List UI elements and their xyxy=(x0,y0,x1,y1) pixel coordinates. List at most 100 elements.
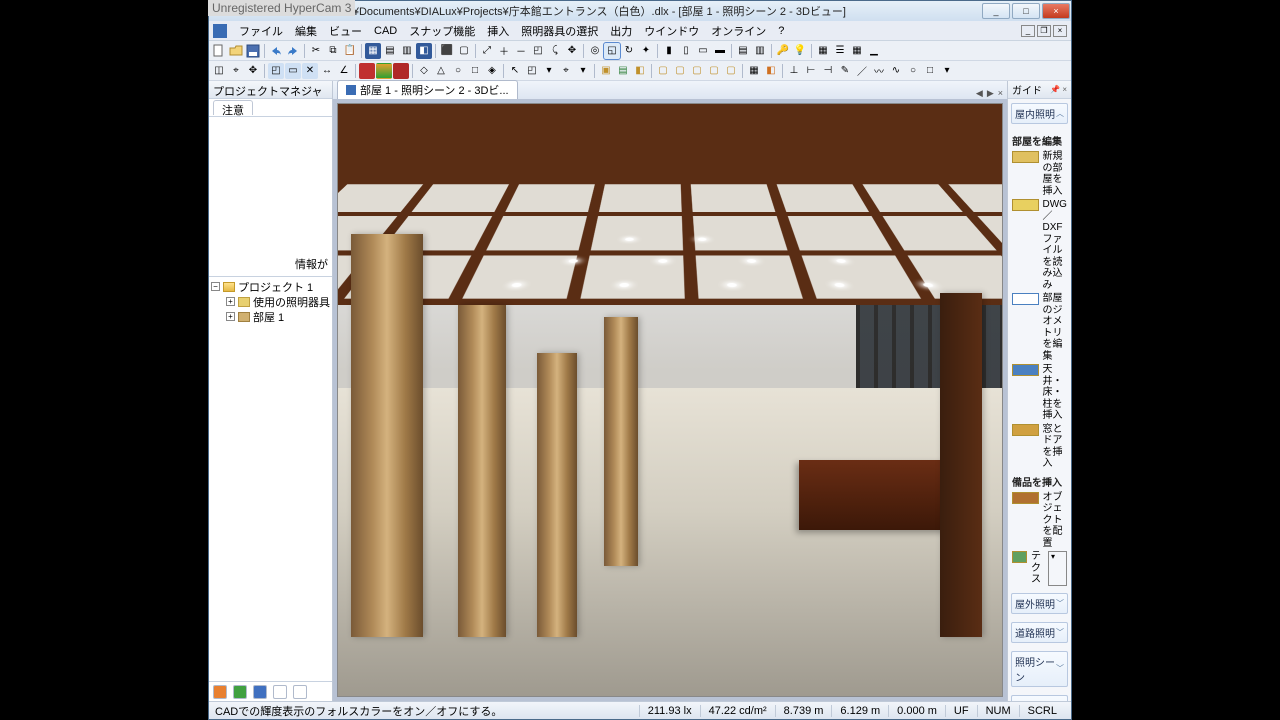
tool-dim1-icon[interactable]: ⊥ xyxy=(786,63,802,79)
tool-grid-icon[interactable]: ▦ xyxy=(815,43,831,59)
tool-folder2-icon[interactable]: ▢ xyxy=(672,63,688,79)
tool-snap5-icon[interactable]: ◈ xyxy=(484,63,500,79)
tree-child-luminaires[interactable]: + 使用の照明器具 xyxy=(211,294,330,309)
menu-luminaire[interactable]: 照明器具の選択 xyxy=(515,21,604,41)
tool-red-icon[interactable] xyxy=(359,63,375,79)
tool-copy-icon[interactable]: ⧉ xyxy=(325,43,341,59)
tree-child-room[interactable]: + 部屋 1 xyxy=(211,309,330,324)
tree-toggle-icon[interactable]: − xyxy=(211,282,220,291)
tool-arrow-icon[interactable]: ↖ xyxy=(507,63,523,79)
tool-box1-icon[interactable]: ▣ xyxy=(598,63,614,79)
tool-frontview-icon[interactable]: ▥ xyxy=(399,43,415,59)
tool-snap2-icon[interactable]: △ xyxy=(433,63,449,79)
tool-edit-icon[interactable]: ✎ xyxy=(837,63,853,79)
guide-section-indoor[interactable]: 屋内照明 ︿ xyxy=(1011,103,1068,124)
tool-dim2-icon[interactable]: ⊢ xyxy=(803,63,819,79)
tool-folder5-icon[interactable]: ▢ xyxy=(723,63,739,79)
tool-dd2-icon[interactable]: ▾ xyxy=(575,63,591,79)
3d-viewport[interactable] xyxy=(337,103,1003,697)
tool-zoom-all-icon[interactable]: ⤢ xyxy=(479,43,495,59)
close-button[interactable]: × xyxy=(1042,3,1070,19)
tool-light-icon[interactable]: ✦ xyxy=(638,43,654,59)
footer-btn-5[interactable] xyxy=(293,685,307,699)
guide-item-insert-window[interactable]: 窓とドアを挿入 xyxy=(1012,423,1067,471)
tool-select-icon[interactable]: ◱ xyxy=(604,43,620,59)
menu-output[interactable]: 出力 xyxy=(604,21,638,41)
project-tree[interactable]: − プロジェクト 1 + 使用の照明器具 + 部屋 1 xyxy=(209,277,332,681)
guide-item-edit-geometry[interactable]: 部屋のジオメトリを編集 xyxy=(1012,292,1067,363)
menu-snap[interactable]: スナップ機能 xyxy=(403,21,481,41)
tool-list-icon[interactable]: ☰ xyxy=(832,43,848,59)
tool-grad-icon[interactable] xyxy=(376,63,392,79)
tool-folder4-icon[interactable]: ▢ xyxy=(706,63,722,79)
footer-btn-1[interactable] xyxy=(213,685,227,699)
tab-next-button[interactable]: ▶ xyxy=(987,88,994,99)
tool-key-icon[interactable]: 🔑 xyxy=(775,43,791,59)
mdi-close[interactable]: × xyxy=(1053,25,1067,37)
tool-undo-icon[interactable] xyxy=(268,43,284,59)
tool-dim3-icon[interactable]: ⊣ xyxy=(820,63,836,79)
tool-zoom-in-icon[interactable]: ＋ xyxy=(496,43,512,59)
tab-prev-button[interactable]: ◀ xyxy=(976,88,983,99)
footer-btn-2[interactable] xyxy=(233,685,247,699)
tree-toggle-icon[interactable]: + xyxy=(226,297,235,306)
guide-section-outdoor[interactable]: 屋外照明﹀ xyxy=(1011,593,1068,614)
minimize-button[interactable]: _ xyxy=(982,3,1010,19)
mdi-minimize[interactable]: _ xyxy=(1021,25,1035,37)
menu-edit[interactable]: 編集 xyxy=(289,21,323,41)
tool-circle-icon[interactable]: ○ xyxy=(905,63,921,79)
tool-angle-icon[interactable]: ∠ xyxy=(336,63,352,79)
tool-snap3-icon[interactable]: ○ xyxy=(450,63,466,79)
tool-bulb-icon[interactable]: 💡 xyxy=(792,43,808,59)
tool-luminaire1-icon[interactable]: ▮ xyxy=(661,43,677,59)
tool-meas-icon[interactable]: ↔ xyxy=(319,63,335,79)
menu-window[interactable]: ウインドウ xyxy=(638,21,705,41)
document-tab[interactable]: 部屋 1 - 照明シーン 2 - 3Dビ... xyxy=(337,80,518,99)
tool-poly-icon[interactable]: 〰 xyxy=(871,63,887,79)
tool-save-icon[interactable] xyxy=(245,43,261,59)
guide-item-place-object[interactable]: オブジェクトを配置 xyxy=(1012,491,1067,551)
tool-3dview-icon[interactable]: ◧ xyxy=(416,43,432,59)
tool-folder1-icon[interactable]: ▢ xyxy=(655,63,671,79)
tool-cut-icon[interactable]: ✂ xyxy=(308,43,324,59)
tool-dd3-icon[interactable]: ▾ xyxy=(939,63,955,79)
dropdown-icon[interactable]: ▾ xyxy=(1048,551,1067,586)
tool-target-icon[interactable]: ⌖ xyxy=(558,63,574,79)
tool-calendar-icon[interactable]: ▦ xyxy=(746,63,762,79)
tool-room-icon[interactable]: ◫ xyxy=(211,63,227,79)
tool-redo-icon[interactable] xyxy=(285,43,301,59)
tool-orange-icon[interactable]: ◧ xyxy=(763,63,779,79)
tool-cross-icon[interactable]: ✕ xyxy=(302,63,318,79)
tool-sel-icon[interactable]: ◰ xyxy=(524,63,540,79)
tool-new-icon[interactable] xyxy=(211,43,227,59)
tool-zoom-out-icon[interactable]: － xyxy=(513,43,529,59)
tree-toggle-icon[interactable]: + xyxy=(226,312,235,321)
footer-btn-4[interactable] xyxy=(273,685,287,699)
tool-roam-icon[interactable]: ⤹ xyxy=(547,43,563,59)
guide-pin-icon[interactable]: 📌 xyxy=(1050,85,1060,94)
guide-item-texture[interactable]: テクス▾ xyxy=(1012,550,1067,587)
tool-luminaire2-icon[interactable]: ▯ xyxy=(678,43,694,59)
tool-snap1-icon[interactable]: ◇ xyxy=(416,63,432,79)
tool-paste-icon[interactable]: 📋 xyxy=(342,43,358,59)
tool-zoom-window-icon[interactable]: ◰ xyxy=(530,43,546,59)
menu-online[interactable]: オンライン xyxy=(705,21,772,41)
tool-render-icon[interactable]: ⬛ xyxy=(439,43,455,59)
tool-table-icon[interactable]: ▦ xyxy=(849,43,865,59)
footer-btn-3[interactable] xyxy=(253,685,267,699)
tool-dd-icon[interactable]: ▾ xyxy=(541,63,557,79)
guide-item-import-dwg[interactable]: DWG／DXFファイルを読み込み xyxy=(1012,198,1067,292)
tab-close-button[interactable]: × xyxy=(998,88,1003,99)
tool-box3-icon[interactable]: ◧ xyxy=(632,63,648,79)
tool-curve-icon[interactable]: ∿ xyxy=(888,63,904,79)
tool-rotate-icon[interactable]: ↻ xyxy=(621,43,637,59)
menu-cad[interactable]: CAD xyxy=(368,23,403,39)
guide-section-scene[interactable]: 照明シーン﹀ xyxy=(1011,651,1068,687)
tool-luminaire3-icon[interactable]: ▭ xyxy=(695,43,711,59)
tool-red2-icon[interactable] xyxy=(393,63,409,79)
tool-open-icon[interactable] xyxy=(228,43,244,59)
tool-sideview-icon[interactable]: ▤ xyxy=(382,43,398,59)
guide-section-road[interactable]: 道路照明﹀ xyxy=(1011,622,1068,643)
guide-close-icon[interactable]: × xyxy=(1062,85,1067,94)
tool-move-icon[interactable]: ✥ xyxy=(245,63,261,79)
